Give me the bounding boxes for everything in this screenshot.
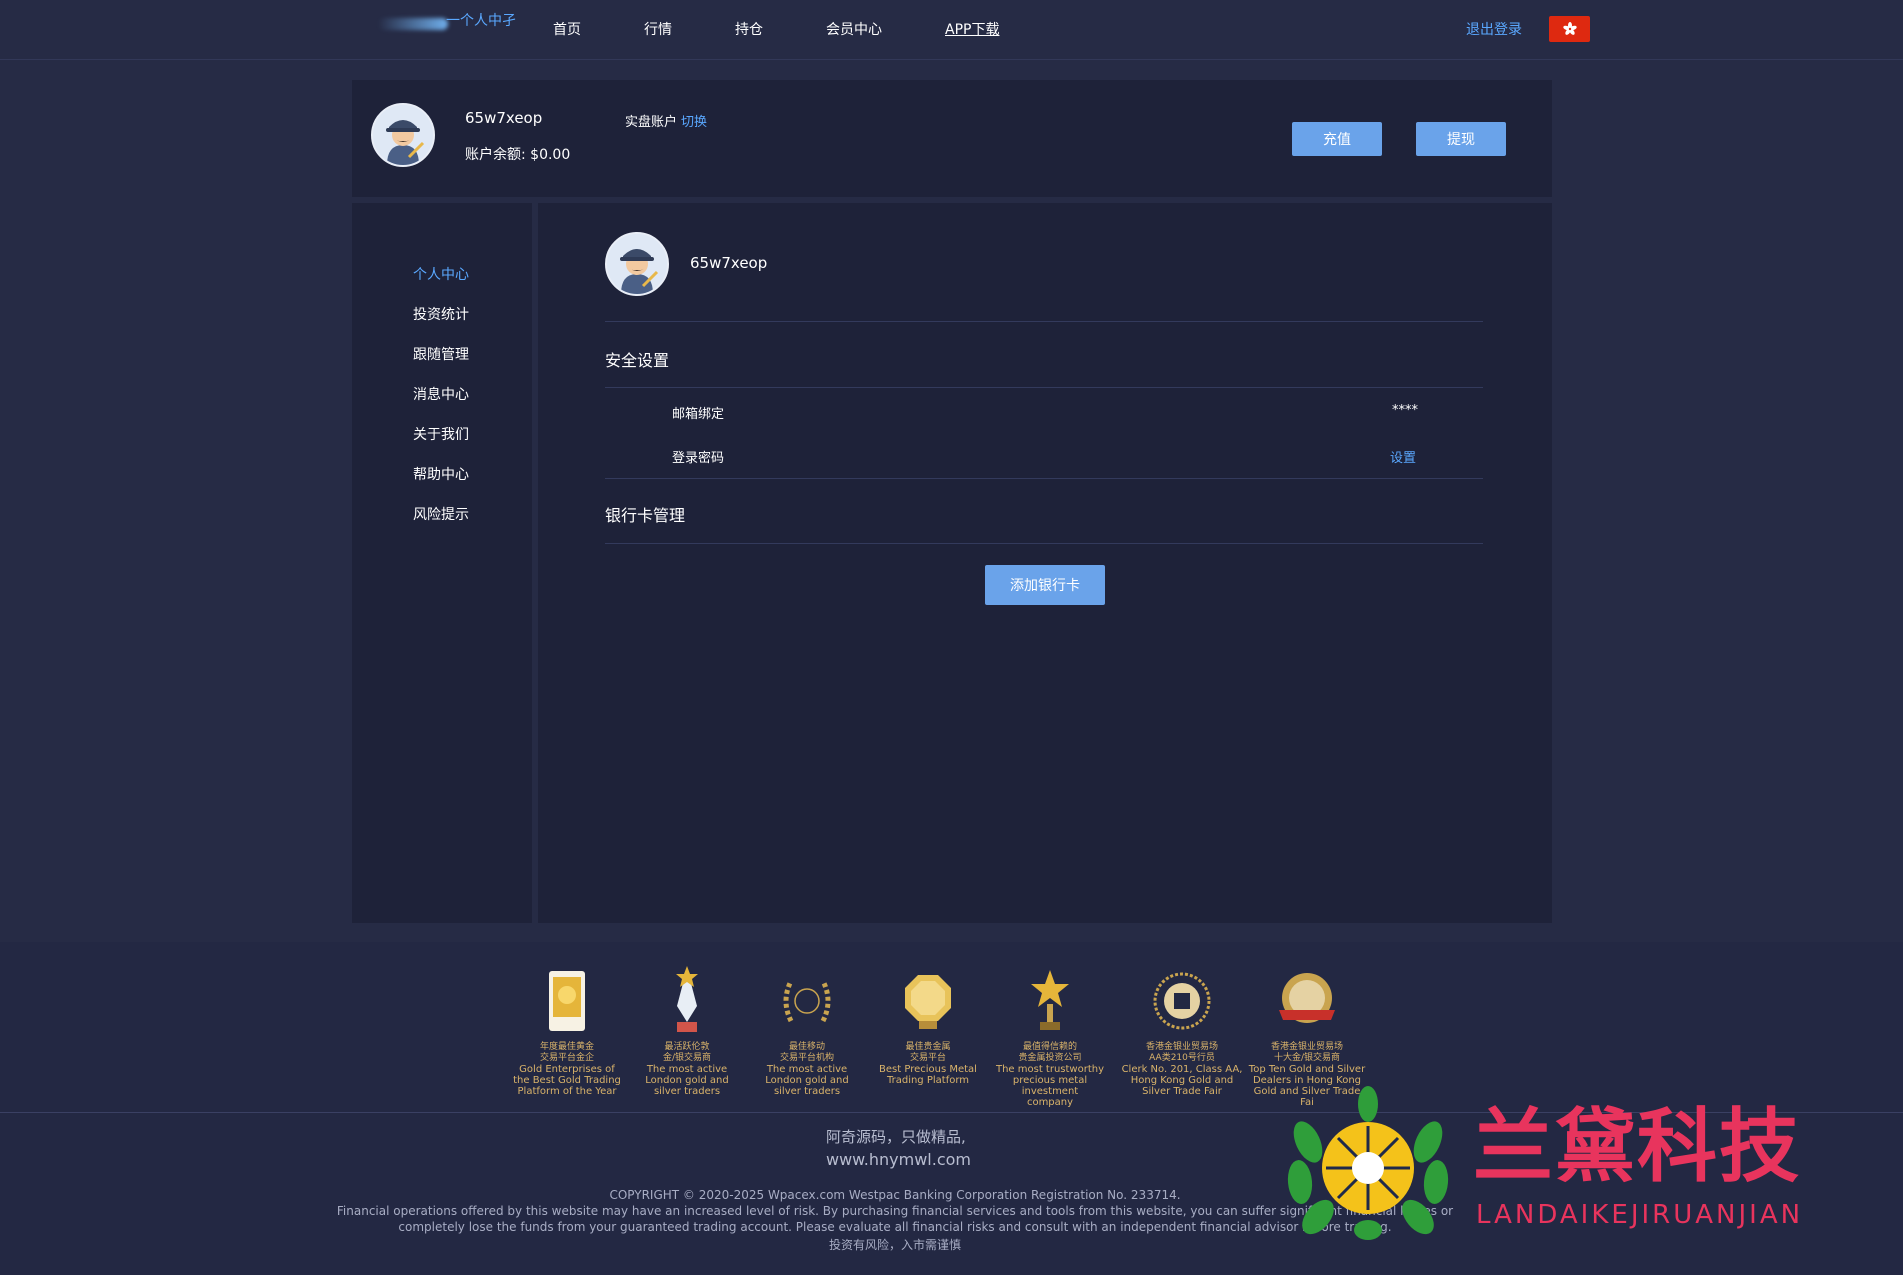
sidebar-item-about-us[interactable]: 关于我们 (413, 424, 469, 444)
award-cn: 年度最佳黄金 交易平台金企 (539, 1042, 594, 1063)
logo-swoosh-graphic (378, 18, 448, 30)
award-item: 最佳移动 交易平台机构 The most active London gold … (747, 966, 867, 1097)
divider (605, 387, 1483, 388)
header-username: 65w7xeop (465, 109, 543, 127)
award-cn: 最活跃伦敦 金/银交易商 (662, 1042, 712, 1063)
account-balance: 账户余额: $0.00 (465, 147, 571, 163)
email-binding-value: **** (1392, 403, 1418, 418)
add-bank-card-button[interactable]: 添加银行卡 (985, 565, 1105, 605)
footer-site-url[interactable]: www.hnymwl.com (826, 1150, 971, 1169)
footer-slogan: 阿奇源码，只做精品, (826, 1128, 966, 1146)
award-en: The most trustworthy precious metal inve… (995, 1064, 1105, 1108)
top-navigation-bar: 一个人中孑 首页 行情 持仓 会员中心 APP下载 退出登录 (0, 0, 1903, 60)
gold-plaque-icon (507, 966, 627, 1036)
sidebar-menu: 个人中心 投资统计 跟随管理 消息中心 关于我们 帮助中心 风险提示 (352, 203, 532, 923)
account-type: 实盘账户 切换 (625, 111, 707, 130)
sidebar-item-messages[interactable]: 消息中心 (413, 384, 469, 404)
crystal-trophy-icon (627, 966, 747, 1036)
watermark-text: 兰黛科技 (1473, 1099, 1801, 1193)
divider (605, 543, 1483, 544)
sidebar-item-investment-stats[interactable]: 投资统计 (413, 304, 469, 324)
nav-home[interactable]: 首页 (553, 19, 581, 39)
user-avatar (371, 103, 435, 167)
personal-center-panel: 65w7xeop 安全设置 邮箱绑定 **** 登录密码 设置 银行卡管理 添加… (538, 203, 1552, 923)
email-binding-label: 邮箱绑定 (672, 407, 725, 422)
site-logo[interactable]: 一个人中孑 (378, 8, 523, 42)
profile-avatar (605, 232, 669, 296)
login-password-label: 登录密码 (672, 451, 725, 466)
bank-card-management-title: 银行卡管理 (605, 506, 686, 525)
laurel-emblem-icon (747, 966, 867, 1036)
avatar-character-icon (607, 234, 667, 294)
bauhinia-icon (1562, 22, 1577, 35)
watermark-subtext: LANDAIKEJIRUANJIAN (1476, 1200, 1804, 1230)
watermark-logo: 兰黛科技 LANDAIKEJIRUANJIAN (1278, 1082, 1878, 1242)
sidebar-item-help-center[interactable]: 帮助中心 (413, 464, 469, 484)
award-item: 年度最佳黄金 交易平台金企 Gold Enterprises of the Be… (507, 966, 627, 1097)
nav-member-center[interactable]: 会员中心 (826, 19, 882, 39)
award-cn: 香港金银业贸易场 十大金/银交易商 (1270, 1042, 1343, 1063)
deposit-button[interactable]: 充值 (1292, 122, 1382, 156)
award-item: 香港金银业贸易场 AA类210号行员 Clerk No. 201, Class … (1121, 966, 1243, 1097)
nav-market[interactable]: 行情 (644, 19, 672, 39)
avatar-character-icon (373, 105, 433, 165)
set-password-link[interactable]: 设置 (1390, 447, 1416, 466)
logout-link[interactable]: 退出登录 (1466, 19, 1522, 39)
award-item: 最佳贵金属 交易平台 Best Precious Metal Trading P… (868, 966, 988, 1086)
medal-ribbon-icon (1246, 966, 1368, 1036)
profile-username: 65w7xeop (690, 254, 768, 272)
switch-account-link[interactable]: 切换 (681, 115, 707, 130)
gold-octagon-icon (868, 966, 988, 1036)
user-summary-card: 65w7xeop 账户余额: $0.00 实盘账户 切换 充值 提现 (352, 80, 1552, 197)
award-en: Clerk No. 201, Class AA, Hong Kong Gold … (1121, 1064, 1243, 1097)
award-item: 最值得信赖的 贵金属投资公司 The most trustworthy prec… (985, 966, 1115, 1108)
laurel-flower-icon (1287, 1086, 1449, 1240)
award-cn: 最佳移动 交易平台机构 (779, 1042, 834, 1063)
divider (605, 478, 1483, 479)
award-en: Best Precious Metal Trading Platform (879, 1064, 977, 1086)
nav-positions[interactable]: 持仓 (735, 19, 763, 39)
logo-text: 一个人中孑 (446, 13, 516, 29)
award-en: The most active London gold and silver t… (765, 1064, 849, 1097)
award-cn: 最值得信赖的 贵金属投资公司 (1018, 1042, 1082, 1063)
hong-kong-flag-icon[interactable] (1549, 16, 1590, 42)
award-en: The most active London gold and silver t… (645, 1064, 729, 1097)
sidebar-item-risk-notice[interactable]: 风险提示 (413, 504, 469, 524)
seal-emblem-icon (1121, 966, 1243, 1036)
award-en: Gold Enterprises of the Best Gold Tradin… (513, 1064, 621, 1097)
sidebar-item-follow-management[interactable]: 跟随管理 (413, 344, 469, 364)
account-type-label: 实盘账户 (625, 115, 678, 130)
award-item: 最活跃伦敦 金/银交易商 The most active London gold… (627, 966, 747, 1097)
award-cn: 最佳贵金属 交易平台 (905, 1042, 951, 1063)
divider (605, 321, 1483, 322)
award-cn: 香港金银业贸易场 AA类210号行员 (1145, 1042, 1218, 1063)
security-settings-title: 安全设置 (605, 351, 670, 370)
withdraw-button[interactable]: 提现 (1416, 122, 1506, 156)
sidebar-item-personal-center[interactable]: 个人中心 (413, 264, 469, 284)
star-trophy-icon (985, 966, 1115, 1036)
nav-app-download[interactable]: APP下载 (945, 19, 999, 39)
